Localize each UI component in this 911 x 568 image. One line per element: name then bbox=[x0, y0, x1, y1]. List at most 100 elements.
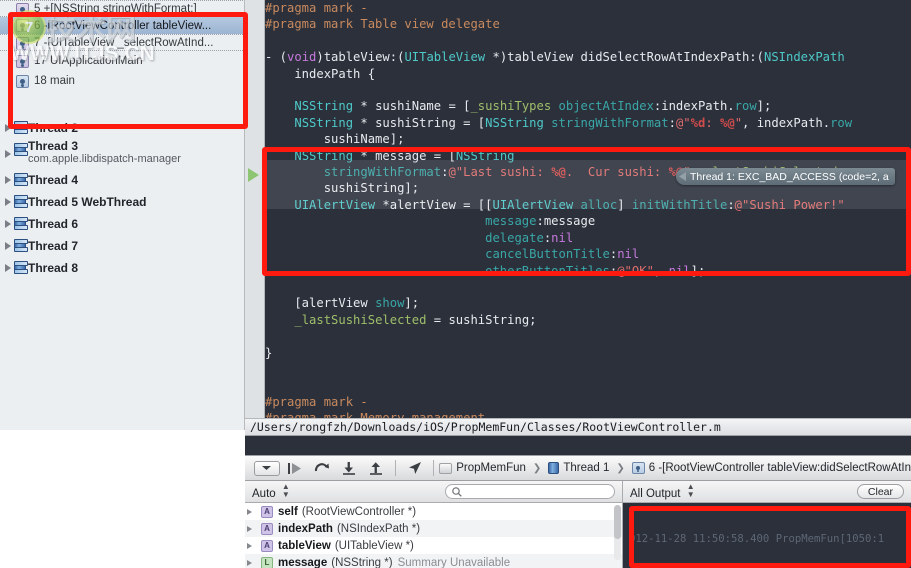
disclosure-triangle-icon[interactable] bbox=[5, 176, 11, 184]
hide-debug-area-button[interactable] bbox=[253, 459, 280, 477]
disclosure-triangle-icon[interactable] bbox=[5, 242, 11, 250]
stack-frame-label: +[NSString stringWithFormat:] bbox=[44, 3, 197, 15]
disclosure-triangle-icon[interactable] bbox=[247, 509, 252, 515]
step-into-button[interactable] bbox=[335, 459, 362, 477]
disclosure-triangle-icon[interactable] bbox=[247, 526, 252, 532]
stack-frame-number: 6 bbox=[34, 20, 40, 32]
thread-list[interactable]: Thread 2 Thread 3 com.apple.libdispatch-… bbox=[0, 117, 245, 279]
thread-label: Thread 5 WebThread bbox=[28, 196, 146, 209]
thread-spool-icon bbox=[14, 121, 26, 134]
console-output[interactable]: 012-11-28 11:50:58.400 PropMemFun[1050:1… bbox=[623, 503, 911, 568]
stack-frame-purple-icon bbox=[16, 55, 29, 68]
thread-row-8[interactable]: Thread 8 bbox=[0, 257, 245, 279]
thread-spool-icon bbox=[14, 217, 26, 230]
variables-scope-selector[interactable]: Auto ▲▼ bbox=[252, 483, 290, 500]
variable-name: self bbox=[278, 506, 298, 518]
thread-row-2[interactable]: Thread 2 bbox=[0, 117, 245, 139]
console-filter-selector[interactable]: All Output ▲▼ bbox=[630, 483, 695, 500]
toolbar-divider bbox=[433, 460, 434, 476]
exception-tooltip[interactable]: Thread 1: EXC_BAD_ACCESS (code=2, a bbox=[676, 168, 895, 185]
thread-row-3[interactable]: Thread 3 com.apple.libdispatch-manager bbox=[0, 139, 245, 169]
variable-badge-local-icon: L bbox=[261, 557, 273, 568]
thread-label: Thread 4 bbox=[28, 174, 78, 187]
disclosure-triangle-icon[interactable] bbox=[247, 560, 252, 566]
debug-navigator-panel[interactable]: 5 +[NSString stringWithFormat:] 6 -[Root… bbox=[0, 0, 245, 430]
console-pane-header: All Output ▲▼ Clear bbox=[623, 481, 911, 503]
breadcrumb[interactable]: PropMemFun ❯ Thread 1 ❯ 6 -[RootViewCont… bbox=[439, 462, 911, 474]
source-code-editor[interactable]: #pragma mark - #pragma mark Table view d… bbox=[265, 0, 911, 418]
simulate-location-button[interactable] bbox=[401, 459, 428, 477]
stack-frame-purple-icon bbox=[16, 37, 29, 50]
step-out-button[interactable] bbox=[363, 459, 390, 477]
stack-frame-row[interactable]: 17 UIApplicationMain bbox=[0, 51, 245, 71]
variables-search-input[interactable] bbox=[466, 486, 606, 498]
console-pane[interactable]: All Output ▲▼ Clear 012-11-28 11:50:58.4… bbox=[623, 481, 911, 568]
variable-name: message bbox=[278, 557, 327, 568]
stack-frame-blue-icon bbox=[16, 19, 29, 32]
toolbar-divider bbox=[395, 460, 396, 476]
stack-frame-number: 17 bbox=[34, 55, 47, 67]
stack-frame-row[interactable]: 7 -[UITableView _selectRowAtInd... bbox=[0, 34, 245, 51]
continue-button[interactable] bbox=[280, 459, 307, 477]
thread-row-5[interactable]: Thread 5 WebThread bbox=[0, 191, 245, 213]
stack-frame-label: main bbox=[50, 75, 75, 87]
clear-console-label: Clear bbox=[868, 486, 893, 498]
variable-badge-argument-icon: A bbox=[261, 523, 273, 535]
stack-frame-number: 18 bbox=[34, 75, 47, 87]
breadcrumb-thread[interactable]: Thread 1 bbox=[563, 462, 609, 474]
stack-frame-list[interactable]: 5 +[NSString stringWithFormat:] 6 -[Root… bbox=[0, 0, 245, 91]
console-filter-label: All Output bbox=[630, 488, 681, 500]
navigator-bottom-filler bbox=[0, 430, 245, 568]
thread-label: Thread 7 bbox=[28, 240, 78, 253]
variable-row[interactable]: A tableView (UITableView *) bbox=[245, 537, 622, 554]
disclosure-triangle-icon[interactable] bbox=[5, 220, 11, 228]
stepper-icon[interactable]: ▲▼ bbox=[282, 483, 290, 499]
thread-row-6[interactable]: Thread 6 bbox=[0, 213, 245, 235]
chevron-right-icon: ❯ bbox=[616, 463, 624, 474]
variable-type: (NSString *) bbox=[331, 557, 392, 568]
stack-frame-purple-icon bbox=[16, 3, 29, 16]
disclosure-triangle-icon[interactable] bbox=[247, 543, 252, 549]
clear-console-button[interactable]: Clear bbox=[857, 484, 904, 499]
exception-tooltip-text: Thread 1: EXC_BAD_ACCESS (code=2, a bbox=[690, 171, 889, 183]
variable-row[interactable]: A indexPath (NSIndexPath *) bbox=[245, 520, 622, 537]
stack-frame-row-selected[interactable]: 6 -[RootViewController tableView... bbox=[0, 17, 245, 34]
stack-frame-row[interactable]: 5 +[NSString stringWithFormat:] bbox=[0, 0, 245, 17]
file-path-bar[interactable]: /Users/rongfzh/Downloads/iOS/PropMemFun/… bbox=[245, 418, 911, 436]
stack-frame-label: -[UITableView _selectRowAtInd... bbox=[44, 37, 214, 49]
thread-label: Thread 3 bbox=[28, 140, 181, 153]
thread-spool-icon bbox=[14, 195, 26, 208]
variable-row[interactable]: L message (NSString *) Summary Unavailab… bbox=[245, 554, 622, 568]
stack-frame-label: -[RootViewController tableView... bbox=[44, 20, 212, 32]
stack-frame-label: UIApplicationMain bbox=[50, 55, 143, 67]
variables-search-field[interactable] bbox=[445, 484, 615, 499]
editor-gutter bbox=[245, 0, 265, 430]
thread-spool-icon bbox=[14, 261, 26, 274]
hide-debug-area-icon bbox=[254, 461, 280, 476]
stack-frame-row[interactable]: 18 main bbox=[0, 71, 245, 91]
stepper-icon[interactable]: ▲▼ bbox=[687, 483, 695, 499]
breadcrumb-project[interactable]: PropMemFun bbox=[456, 462, 526, 474]
variable-type: (RootViewController *) bbox=[302, 506, 416, 518]
variable-row[interactable]: A self (RootViewController *) bbox=[245, 503, 622, 520]
variables-pane[interactable]: Auto ▲▼ A self (RootViewController *) A … bbox=[245, 481, 623, 568]
thread-spool-icon bbox=[14, 143, 26, 156]
stack-frame-blue-icon bbox=[16, 75, 29, 88]
variable-name: indexPath bbox=[278, 523, 333, 535]
disclosure-triangle-icon[interactable] bbox=[5, 124, 11, 132]
variables-list[interactable]: A self (RootViewController *) A indexPat… bbox=[245, 503, 622, 568]
stack-frame-blue-icon bbox=[632, 462, 645, 474]
thread-spool-icon bbox=[14, 239, 26, 252]
disclosure-triangle-icon[interactable] bbox=[5, 264, 11, 272]
thread-row-7[interactable]: Thread 7 bbox=[0, 235, 245, 257]
variable-badge-argument-icon: A bbox=[261, 506, 273, 518]
variables-scrollbar[interactable] bbox=[614, 505, 621, 560]
debug-toolbar[interactable]: PropMemFun ❯ Thread 1 ❯ 6 -[RootViewCont… bbox=[245, 455, 911, 481]
thread-row-4[interactable]: Thread 4 bbox=[0, 169, 245, 191]
disclosure-triangle-icon[interactable] bbox=[5, 150, 11, 158]
variables-pane-header: Auto ▲▼ bbox=[245, 481, 622, 503]
step-over-button[interactable] bbox=[308, 459, 335, 477]
disclosure-triangle-icon[interactable] bbox=[5, 198, 11, 206]
breadcrumb-frame[interactable]: 6 -[RootViewController tableView:didSele… bbox=[649, 462, 911, 474]
variable-summary: Summary Unavailable bbox=[398, 557, 511, 568]
